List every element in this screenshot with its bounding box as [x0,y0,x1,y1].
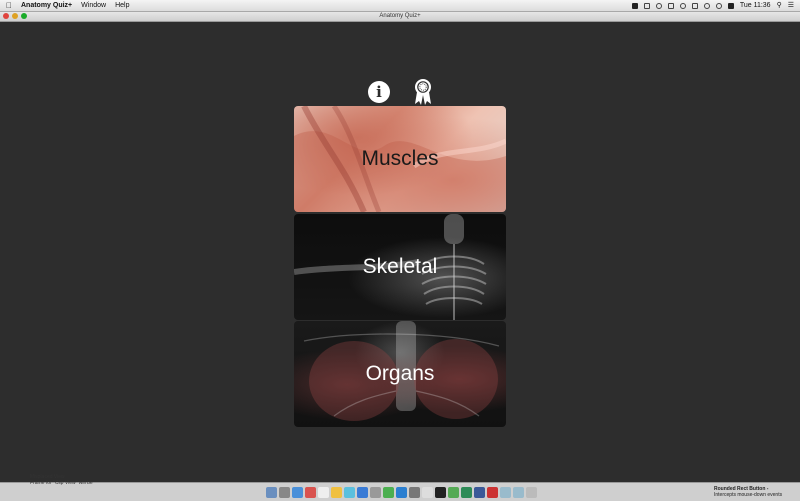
app-content: i Muscles Skeletal Organs [0,22,800,482]
volume-icon[interactable] [691,2,698,9]
app-blue-dock-icon[interactable] [473,487,485,498]
downloads-dock-icon[interactable] [512,487,524,498]
textedit-dock-icon[interactable] [421,487,433,498]
object-library-item[interactable]: Rounded Rect Button - Intercepts mouse-d… [714,486,794,498]
chrome-dock-icon[interactable] [304,487,316,498]
wifi-icon[interactable] [715,2,722,9]
notification-center-icon[interactable]: ☰ [788,0,794,11]
issue-detail: Frame for "Clip View" will be [30,480,93,486]
library-item-subtitle: Intercepts mouse-down events [714,492,783,498]
apple-menu-icon[interactable]:  [6,0,12,11]
menu-window[interactable]: Window [81,0,106,11]
window-controls [3,13,27,19]
menu-help[interactable]: Help [115,0,129,11]
spotlight-search-icon[interactable]: ⚲ [777,0,782,11]
folder-dock-icon[interactable] [499,487,511,498]
app-red-dock-icon[interactable] [486,487,498,498]
calendar-dock-icon[interactable] [317,487,329,498]
category-label-skeletal: Skeletal [362,255,438,278]
status-clock-icon[interactable] [655,2,662,9]
muscles-category-button[interactable]: Muscles [294,106,506,212]
app-teal-dock-icon[interactable] [460,487,472,498]
organs-category-button[interactable]: Organs [294,321,506,427]
info-icon[interactable]: i [368,81,390,103]
status-app-icon[interactable] [631,2,638,9]
safari-dock-icon[interactable] [291,487,303,498]
launchpad-dock-icon[interactable] [278,487,290,498]
zoom-window-button[interactable] [21,13,27,19]
status-box-icon[interactable] [643,2,650,9]
close-window-button[interactable] [3,13,9,19]
trash-dock-icon[interactable] [525,487,537,498]
preferences-dock-icon[interactable] [369,487,381,498]
status-display-icon[interactable] [667,2,674,9]
minimize-window-button[interactable] [12,13,18,19]
app-green-dock-icon[interactable] [447,487,459,498]
skeletal-category-button[interactable]: Skeletal [294,214,506,320]
category-label-muscles: Muscles [361,147,439,170]
menu-clock[interactable]: Tue 11:36 [740,0,771,11]
category-label-organs: Organs [365,362,435,385]
messages-dock-icon[interactable] [382,487,394,498]
menu-bar:  Anatomy Quiz+ Window Help Tue 11:36 ⚲ … [0,0,800,12]
notes-dock-icon[interactable] [330,487,342,498]
menu-app-name[interactable]: Anatomy Quiz+ [21,0,72,11]
bluetooth-icon[interactable] [703,2,710,9]
window-title: Anatomy Quiz+ [379,13,421,19]
dock [260,485,542,500]
time-machine-icon[interactable] [679,2,686,9]
mail-dock-icon[interactable] [343,487,355,498]
terminal-dock-icon[interactable] [434,487,446,498]
award-ribbon-icon[interactable] [412,78,434,106]
top-icon-row: i [368,78,434,106]
xcode-dock-icon[interactable] [356,487,368,498]
utility-dock-icon[interactable] [408,487,420,498]
skype-dock-icon[interactable] [395,487,407,498]
xcode-issue-navigator: Misplaced View Frame for "Clip View" wil… [30,474,130,486]
window-title-bar: Anatomy Quiz+ [0,12,800,22]
finder-dock-icon[interactable] [265,487,277,498]
battery-icon[interactable] [727,2,734,9]
